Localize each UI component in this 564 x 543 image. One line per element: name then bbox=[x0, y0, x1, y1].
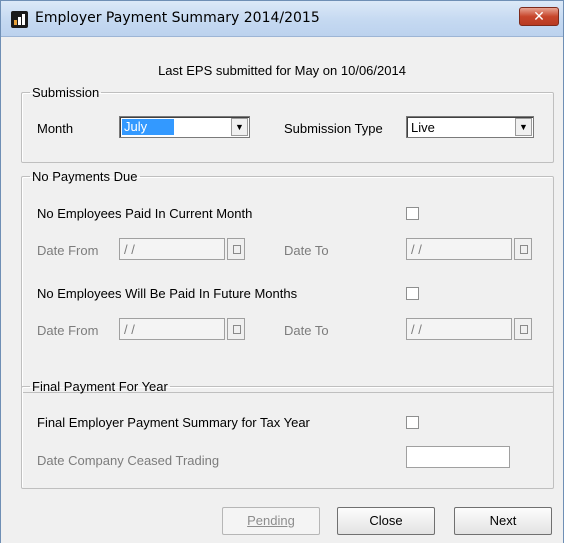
future-date-to-label: Date To bbox=[284, 323, 329, 338]
submission-legend: Submission bbox=[32, 85, 100, 100]
submission-type-value: Live bbox=[411, 120, 435, 135]
dialog-body: Last EPS submitted for May on 10/06/2014… bbox=[1, 38, 563, 543]
submission-type-select[interactable]: Live ▼ bbox=[406, 116, 534, 138]
future-date-to-value: / / bbox=[411, 322, 422, 337]
current-date-from-field[interactable]: / / bbox=[119, 238, 225, 260]
title-bar[interactable]: Employer Payment Summary 2014/2015 ✕ bbox=[1, 1, 563, 37]
final-payment-legend: Final Payment For Year bbox=[32, 379, 168, 394]
current-date-from-calendar-icon[interactable] bbox=[227, 238, 245, 260]
current-date-to-value: / / bbox=[411, 242, 422, 257]
window-close-button[interactable]: ✕ bbox=[519, 7, 559, 26]
no-employees-future-checkbox[interactable] bbox=[406, 287, 419, 300]
final-eps-checkbox[interactable] bbox=[406, 416, 419, 429]
no-payments-group: No Payments Due bbox=[21, 169, 554, 393]
current-date-to-field[interactable]: / / bbox=[406, 238, 512, 260]
future-date-from-calendar-icon[interactable] bbox=[227, 318, 245, 340]
pending-button[interactable]: Pending bbox=[222, 507, 320, 535]
pending-button-label: Pending bbox=[247, 513, 295, 528]
dialog-window: Employer Payment Summary 2014/2015 ✕ Las… bbox=[0, 0, 564, 543]
window-title: Employer Payment Summary 2014/2015 bbox=[35, 10, 320, 26]
last-eps-status: Last EPS submitted for May on 10/06/2014 bbox=[158, 63, 406, 78]
app-chart-icon bbox=[11, 11, 28, 28]
close-button[interactable]: Close bbox=[337, 507, 435, 535]
future-date-to-calendar-icon[interactable] bbox=[514, 318, 532, 340]
future-date-from-field[interactable]: / / bbox=[119, 318, 225, 340]
ceased-trading-date-field[interactable] bbox=[406, 446, 510, 468]
no-employees-current-checkbox[interactable] bbox=[406, 207, 419, 220]
future-date-from-value: / / bbox=[124, 322, 135, 337]
current-date-to-label: Date To bbox=[284, 243, 329, 258]
no-payments-legend: No Payments Due bbox=[32, 169, 138, 184]
submission-type-label: Submission Type bbox=[284, 121, 383, 136]
current-date-to-calendar-icon[interactable] bbox=[514, 238, 532, 260]
month-select[interactable]: July ▼ bbox=[119, 116, 250, 138]
month-label: Month bbox=[37, 121, 74, 136]
future-date-to-field[interactable]: / / bbox=[406, 318, 512, 340]
ceased-trading-label: Date Company Ceased Trading bbox=[37, 453, 220, 468]
next-button[interactable]: Next bbox=[454, 507, 552, 535]
future-date-from-label: Date From bbox=[37, 323, 99, 338]
submission-type-dropdown-arrow-icon[interactable]: ▼ bbox=[515, 118, 532, 136]
final-eps-label: Final Employer Payment Summary for Tax Y… bbox=[37, 415, 310, 430]
month-value: July bbox=[122, 119, 174, 135]
current-date-from-label: Date From bbox=[37, 243, 99, 258]
no-employees-current-label: No Employees Paid In Current Month bbox=[37, 206, 253, 221]
current-date-from-value: / / bbox=[124, 242, 135, 257]
month-dropdown-arrow-icon[interactable]: ▼ bbox=[231, 118, 248, 136]
no-employees-future-label: No Employees Will Be Paid In Future Mont… bbox=[37, 286, 298, 301]
final-payment-group: Final Payment For Year bbox=[21, 379, 554, 489]
